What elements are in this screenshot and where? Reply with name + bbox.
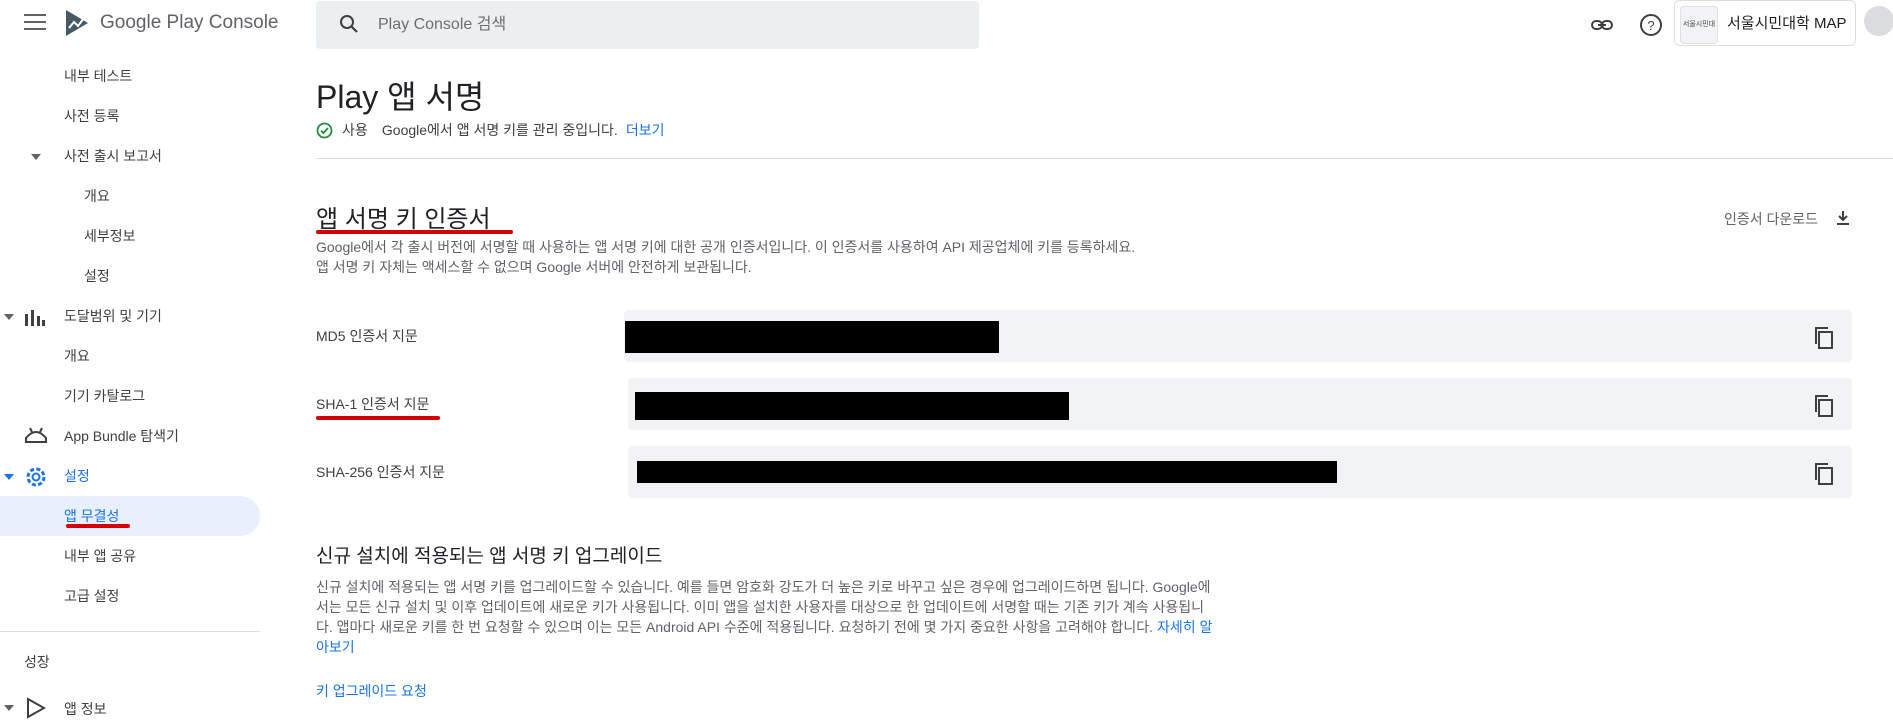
sidebar-item-app-integrity[interactable]: 앱 무결성 [64,506,119,526]
search-icon [340,15,358,33]
upgrade-description-text: 신규 설치에 적용되는 앱 서명 키를 업그레이드할 수 있습니다. 예를 들면… [316,579,1211,635]
sidebar-item-advanced-settings[interactable]: 고급 설정 [64,586,119,606]
sidebar-divider [0,631,260,632]
app-thumbnail: 서울시민대학 [1680,6,1718,44]
sidebar-item-overview[interactable]: 개요 [84,186,110,206]
redacted-value [637,461,1337,483]
sidebar-item-app-info[interactable]: 앱 정보 [64,699,107,719]
redacted-value [635,392,1069,420]
avatar[interactable] [1864,6,1893,36]
redacted-value [625,321,999,353]
download-icon[interactable] [1836,210,1850,226]
chevron-down-icon[interactable] [31,154,41,160]
link-icon[interactable] [1589,12,1615,38]
cert-description-line1: Google에서 각 출시 버전에 서명할 때 사용하는 앱 서명 키에 대한 … [316,239,1136,255]
app-title[interactable]: Google Play Console [100,12,279,34]
copy-icon[interactable] [1813,394,1835,418]
play-icon [27,697,46,719]
bar-chart-icon [25,310,45,326]
sidebar-item-device-catalog[interactable]: 기기 카탈로그 [64,386,145,406]
signing-status-text: 사용 ⠀Google에서 앱 서명 키를 관리 중입니다. [342,122,618,138]
svg-text:?: ? [1647,18,1654,33]
chevron-down-icon[interactable] [4,705,14,711]
learn-more-link[interactable]: 더보기 [626,122,665,138]
download-certificate-button[interactable]: 인증서 다운로드 [1724,209,1818,229]
request-key-upgrade-button[interactable]: 키 업그레이드 요청 [316,681,427,701]
sidebar-section-growth: 성장 [24,654,50,670]
cert-description-line2: 앱 서명 키 자체는 액세스할 수 없으며 Google 서버에 안전하게 보관… [316,259,752,275]
sidebar-item-internal-test[interactable]: 내부 테스트 [64,66,132,86]
md5-label: MD5 인증서 지문 [316,328,418,344]
help-icon[interactable]: ? [1638,12,1664,38]
sidebar-active-highlight [0,496,260,536]
copy-icon[interactable] [1813,462,1835,486]
menu-icon[interactable] [24,14,46,32]
upgrade-description: 신규 설치에 적용되는 앱 서명 키를 업그레이드할 수 있습니다. 예를 들면… [316,577,1218,657]
sidebar-item-reach-devices[interactable]: 도달범위 및 기기 [64,306,162,326]
annotation-underline [66,524,130,528]
sidebar-item-internal-app-sharing[interactable]: 내부 앱 공유 [64,546,136,566]
check-circle-icon [316,122,333,139]
sha1-label: SHA-1 인증서 지문 [316,396,430,412]
page-title: Play 앱 서명 [316,79,485,115]
sidebar-item-reach-overview[interactable]: 개요 [64,346,90,366]
android-icon [25,427,47,443]
cert-section-heading: 앱 서명 키 인증서 [316,206,491,233]
upgrade-section-heading: 신규 설치에 적용되는 앱 서명 키 업그레이드 [316,546,663,567]
search-input[interactable] [378,14,938,36]
sidebar-item-details[interactable]: 세부정보 [84,226,136,246]
gear-icon [26,467,46,487]
copy-icon[interactable] [1813,326,1835,350]
sidebar-item-pre-registration[interactable]: 사전 등록 [64,106,119,126]
chevron-down-icon[interactable] [4,314,14,320]
download-certificate-label: 인증서 다운로드 [1724,211,1819,227]
signing-status: 사용 ⠀Google에서 앱 서명 키를 관리 중입니다. 더보기 [342,120,664,140]
sidebar-item-settings-sub[interactable]: 설정 [84,266,110,286]
selected-app-name[interactable]: 서울시민대학 MAP [1727,12,1846,33]
sidebar-item-pre-launch-report[interactable]: 사전 출시 보고서 [64,146,162,166]
chevron-down-icon[interactable] [4,474,14,480]
sidebar-item-settings[interactable]: 설정 [64,466,90,486]
play-console-logo-icon [66,10,88,36]
annotation-underline [316,230,513,234]
annotation-underline [316,416,440,420]
sha256-label: SHA-256 인증서 지문 [316,464,445,480]
sidebar-item-app-bundle-explorer[interactable]: App Bundle 탐색기 [64,426,179,446]
section-divider [316,158,1893,159]
